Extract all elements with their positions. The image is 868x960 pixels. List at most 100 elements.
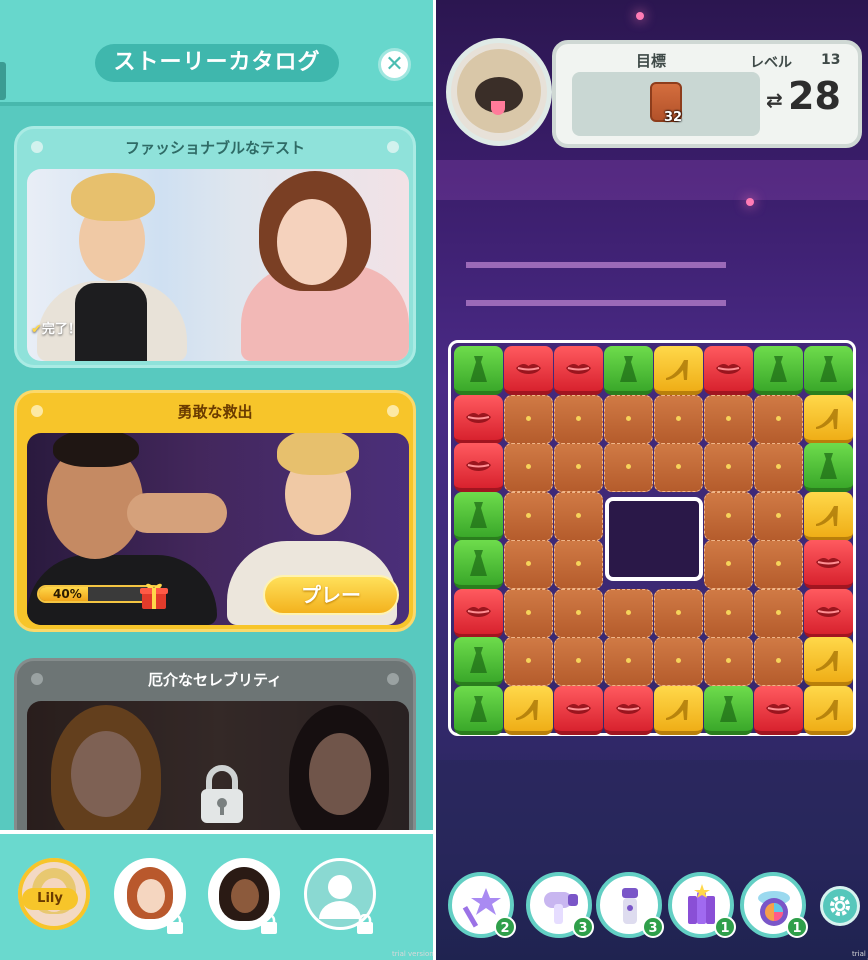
dress-icon [620,356,637,382]
bag-clasp-icon [526,561,531,566]
bag-blocker-tile[interactable] [654,637,703,686]
high-heel-icon [816,699,838,720]
moves-swap-icon: ⇄ [766,88,783,112]
fist [127,493,227,533]
trial-watermark: trial version [852,950,868,960]
dress-tile[interactable] [454,346,503,395]
board-hole [605,497,703,581]
bag-blocker-tile[interactable] [704,588,753,638]
lipstick-kiss-tile[interactable] [604,685,653,735]
high-heel-tile[interactable] [654,685,703,735]
booster-hair-dryer[interactable]: 3 [526,872,594,938]
bag-blocker-tile[interactable] [654,588,703,638]
high-heel-icon [666,360,688,380]
lipstick-kiss-tile[interactable] [554,346,603,395]
lipstick-kiss-tile[interactable] [704,346,753,395]
bag-blocker-tile[interactable] [554,443,603,492]
trial-watermark-left: trial version [392,950,434,958]
high-heel-tile[interactable] [804,491,853,541]
catalog-title: ストーリーカタログ [95,44,339,82]
bag-clasp-icon [776,464,781,469]
bag-blocker-tile[interactable] [754,443,803,492]
bag-blocker-tile[interactable] [654,443,703,492]
bag-blocker-tile[interactable] [604,588,653,638]
high-heel-icon [816,408,838,429]
bag-blocker-tile[interactable] [554,540,603,589]
bag-blocker-tile[interactable] [504,443,553,492]
booster-firecracker[interactable]: 1 [668,872,736,938]
lipstick-kiss-tile[interactable] [454,588,503,638]
booster-magic-wand[interactable]: 2 [448,872,516,938]
booster-count: 3 [572,916,594,938]
bag-blocker-tile[interactable] [604,394,653,444]
booster-flashlight[interactable]: 3 [596,872,664,938]
dress-tile[interactable] [454,540,503,589]
bag-blocker-tile[interactable] [504,394,553,444]
bag-blocker-tile[interactable] [604,637,653,686]
lipstick-kiss-tile[interactable] [504,346,553,395]
bag-blocker-tile[interactable] [754,588,803,638]
story-card-troublesome-celebrity[interactable]: 厄介なセレブリティ [14,658,416,851]
lipstick-kiss-icon [566,703,591,714]
bag-blocker-tile[interactable] [704,491,753,541]
bag-blocker-tile[interactable] [504,637,553,686]
side-tab[interactable] [0,62,6,100]
bag-blocker-tile[interactable] [754,637,803,686]
story-card-brave-rescue[interactable]: 勇敢な救出 40% プレー [14,390,416,632]
bag-blocker-tile[interactable] [754,540,803,589]
level-label: レベル [750,55,792,71]
lipstick-kiss-icon [466,412,491,423]
completed-badge: ✔完了！ [31,322,81,337]
dress-tile[interactable] [804,346,853,395]
bag-blocker-tile[interactable] [704,443,753,492]
bag-blocker-tile[interactable] [504,588,553,638]
dress-tile[interactable] [454,491,503,541]
bag-blocker-tile[interactable] [704,394,753,444]
lipstick-kiss-tile[interactable] [454,443,503,492]
close-button[interactable]: ✕ [378,48,411,81]
bag-blocker-tile[interactable] [554,491,603,541]
lipstick-kiss-tile[interactable] [804,588,853,638]
bag-blocker-tile[interactable] [554,588,603,638]
bag-blocker-tile[interactable] [704,637,753,686]
goal-count: 32 [664,110,683,125]
bag-blocker-tile[interactable] [754,394,803,444]
high-heel-tile[interactable] [804,394,853,444]
lipstick-kiss-tile[interactable] [754,685,803,735]
play-button[interactable]: プレー [263,575,399,615]
bag-blocker-tile[interactable] [704,540,753,589]
bag-blocker-tile[interactable] [754,491,803,541]
bag-clasp-icon [526,464,531,469]
gift-icon[interactable] [139,581,169,611]
lipstick-kiss-tile[interactable] [804,540,853,589]
story-title: 厄介なセレブリティ [147,671,283,689]
settings-button[interactable] [820,886,860,926]
lipstick-kiss-tile[interactable] [554,685,603,735]
bag-blocker-tile[interactable] [604,443,653,492]
dress-tile[interactable] [754,346,803,395]
lock-icon [261,914,277,934]
booster-count: 2 [494,916,516,938]
dress-tile[interactable] [604,346,653,395]
high-heel-tile[interactable] [504,685,553,735]
bag-blocker-tile[interactable] [554,394,603,444]
bag-clasp-icon [776,415,781,421]
dress-tile[interactable] [454,637,503,686]
dress-tile[interactable] [704,685,753,735]
dress-tile[interactable] [454,685,503,735]
bag-blocker-tile[interactable] [504,491,553,541]
bag-blocker-tile[interactable] [504,540,553,589]
high-heel-tile[interactable] [804,637,853,686]
bag-blocker-tile[interactable] [654,394,703,444]
dress-tile[interactable] [804,443,853,492]
lipstick-kiss-tile[interactable] [454,394,503,444]
lipstick-kiss-icon [516,364,541,374]
booster-compact-mirror[interactable]: 1 [740,872,808,938]
story-card-fashionable-test[interactable]: ファッショナブルなテスト ✔完了！ [14,126,416,368]
bag-blocker-tile[interactable] [554,637,603,686]
high-heel-icon [816,651,838,671]
dress-icon [470,550,487,576]
high-heel-tile[interactable] [654,346,703,395]
game-board[interactable] [448,340,856,736]
high-heel-tile[interactable] [804,685,853,735]
